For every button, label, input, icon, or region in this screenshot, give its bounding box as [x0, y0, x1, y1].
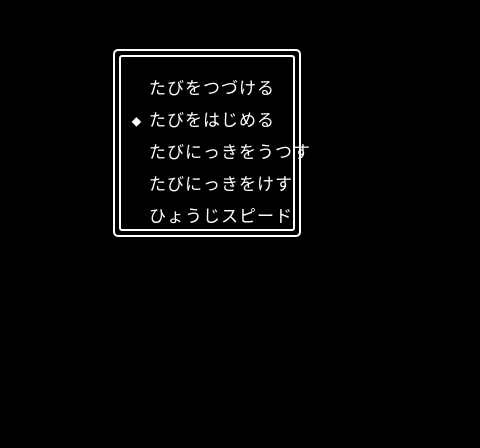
menu-list: ◆ たびをつづける ◆ たびをはじめる ◆ たびにっきをうつす ◆ たびにっきを…	[127, 73, 311, 233]
menu-item-label: ひょうじスピード	[149, 207, 293, 227]
main-menu-window: ◆ たびをつづける ◆ たびをはじめる ◆ たびにっきをうつす ◆ たびにっきを…	[113, 49, 310, 237]
menu-item-label: たびにっきをけす	[149, 175, 293, 195]
menu-item-start-journey[interactable]: ◆ たびをはじめる	[127, 105, 311, 137]
menu-item-message-speed[interactable]: ◆ ひょうじスピード	[127, 201, 311, 233]
menu-item-copy-adventure-log[interactable]: ◆ たびにっきをうつす	[127, 137, 311, 169]
menu-item-continue-journey[interactable]: ◆ たびをつづける	[127, 73, 311, 105]
menu-item-erase-adventure-log[interactable]: ◆ たびにっきをけす	[127, 169, 311, 201]
cursor-diamond-icon: ◆	[131, 111, 143, 130]
menu-item-label: たびをはじめる	[149, 111, 275, 131]
menu-item-label: たびにっきをうつす	[149, 143, 311, 163]
menu-item-label: たびをつづける	[149, 79, 275, 99]
